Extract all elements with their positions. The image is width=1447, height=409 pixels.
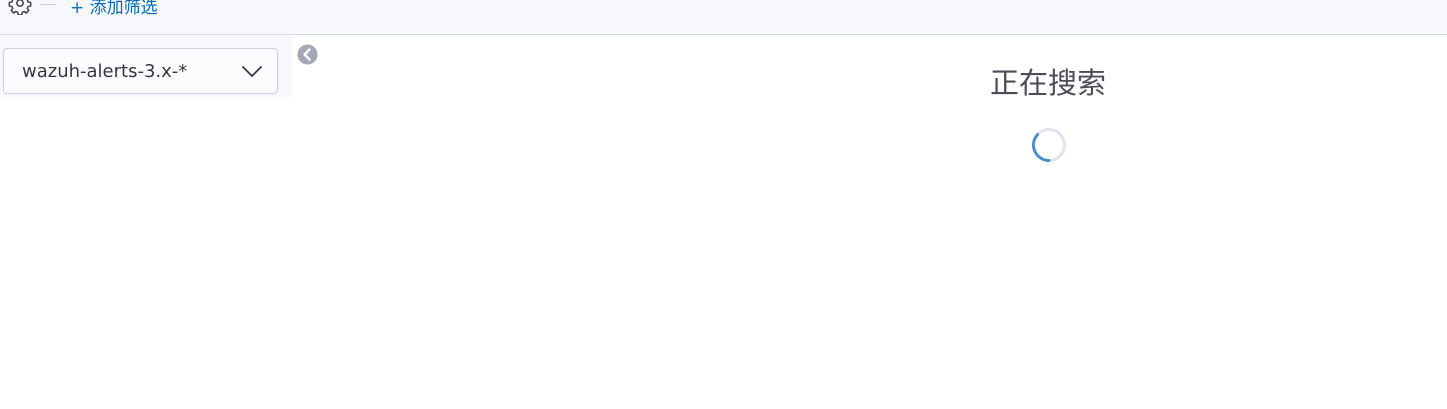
add-filter-button[interactable]: + 添加筛选 bbox=[70, 0, 158, 18]
filter-bar: + 添加筛选 bbox=[0, 0, 1447, 35]
index-pattern-label: wazuh-alerts-3.x-* bbox=[22, 61, 188, 82]
toolbar-divider bbox=[41, 4, 56, 5]
index-pattern-select[interactable]: wazuh-alerts-3.x-* bbox=[3, 48, 278, 94]
gear-icon[interactable] bbox=[8, 0, 32, 16]
loading-spinner-icon bbox=[1031, 127, 1067, 163]
collapse-sidebar-icon[interactable] bbox=[297, 44, 318, 65]
chevron-down-icon bbox=[241, 63, 263, 79]
searching-status-text: 正在搜索 bbox=[990, 66, 1107, 100]
